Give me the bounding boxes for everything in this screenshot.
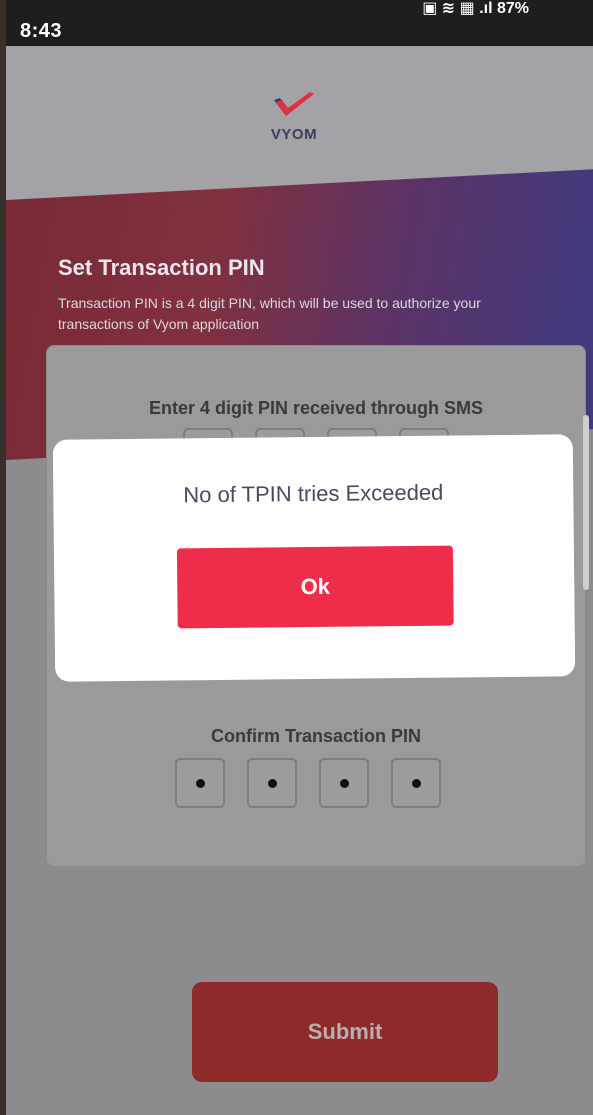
vyom-logo: VYOM <box>254 90 334 144</box>
status-bar: 8:43 ▣ ≋ ▦ .ıl 87% <box>6 0 593 46</box>
status-time: 8:43 <box>20 20 63 42</box>
confirm-pin-inputs <box>39 758 577 808</box>
masked-digit-icon <box>340 779 349 788</box>
confirm-pin-digit-2[interactable] <box>247 758 297 808</box>
masked-digit-icon <box>196 779 205 788</box>
app-screen: 8:43 ▣ ≋ ▦ .ıl 87% VYOM Set Transaction … <box>6 0 593 1115</box>
vyom-check-logo-icon <box>274 92 314 116</box>
sms-pin-label: Enter 4 digit PIN received through SMS <box>148 398 484 418</box>
brand-name: VYOM <box>270 126 318 143</box>
submit-button[interactable]: Submit <box>192 982 498 1082</box>
ok-button[interactable]: Ok <box>176 545 454 629</box>
confirm-pin-digit-4[interactable] <box>391 758 441 808</box>
page-title: Set Transaction PIN <box>58 255 265 280</box>
confirm-pin-digit-3[interactable] <box>319 758 369 808</box>
page-description: Transaction PIN is a 4 digit PIN, which … <box>58 295 481 332</box>
scrollbar[interactable] <box>583 415 589 590</box>
confirm-pin-label: Confirm Transaction PIN <box>210 726 422 746</box>
error-dialog: No of TPIN tries Exceeded Ok <box>52 434 576 682</box>
masked-digit-icon <box>412 779 421 788</box>
masked-digit-icon <box>268 779 277 788</box>
status-icons: ▣ ≋ ▦ .ıl 87% <box>422 0 529 17</box>
dialog-message: No of TPIN tries Exceeded <box>183 479 444 508</box>
banner-content: Set Transaction PIN Transaction PIN is a… <box>58 255 528 335</box>
confirm-pin-digit-1[interactable] <box>175 758 225 808</box>
